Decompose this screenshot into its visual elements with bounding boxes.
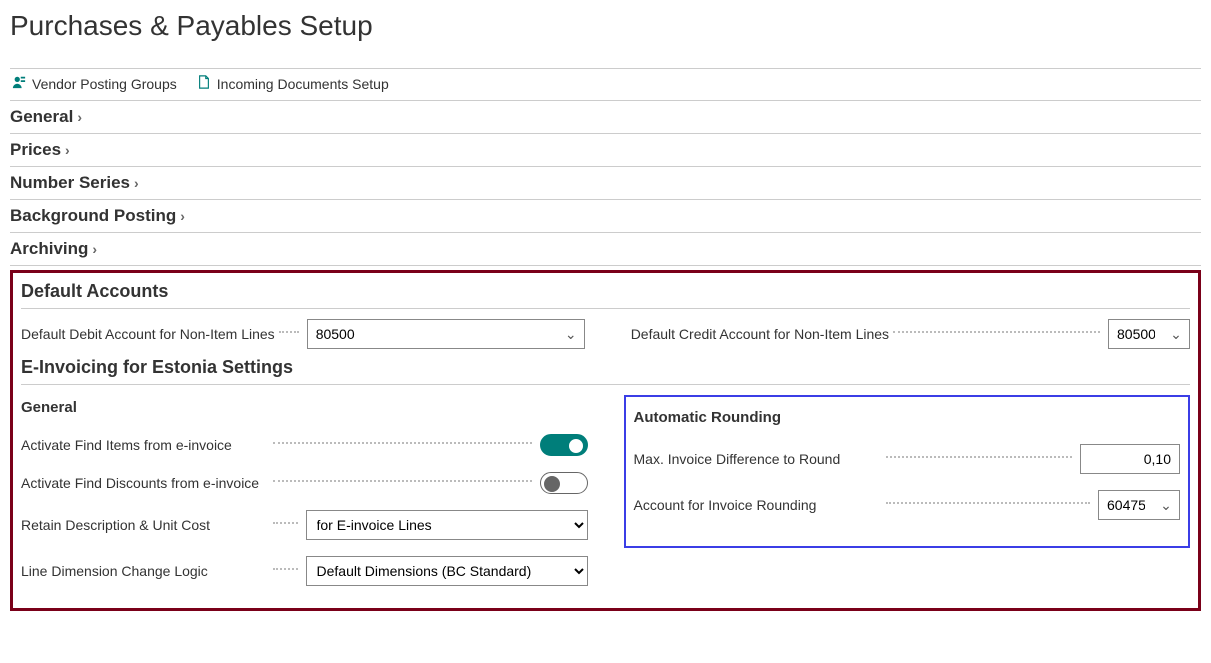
default-debit-input[interactable] (308, 320, 558, 348)
vendor-icon (12, 75, 26, 92)
fasttab-general-label: General (10, 107, 73, 127)
highlighted-region-red: Default Accounts Default Debit Account f… (10, 270, 1201, 611)
dots (279, 331, 299, 333)
vendor-posting-groups-link[interactable]: Vendor Posting Groups (12, 75, 177, 92)
page-title: Purchases & Payables Setup (10, 10, 1201, 50)
account-rounding-input[interactable] (1099, 491, 1153, 519)
fasttab-background-posting[interactable]: Background Posting › (10, 200, 1201, 233)
activate-find-discounts-label: Activate Find Discounts from e-invoice (21, 475, 269, 491)
fasttab-background-posting-label: Background Posting (10, 206, 176, 226)
highlighted-region-blue: Automatic Rounding Max. Invoice Differen… (624, 395, 1191, 548)
default-debit-label: Default Debit Account for Non-Item Lines (21, 326, 275, 342)
chevron-down-icon[interactable]: ⌄ (1153, 497, 1179, 514)
automatic-rounding-header: Automatic Rounding (634, 401, 1181, 436)
chevron-right-icon: › (92, 241, 97, 257)
chevron-down-icon[interactable]: ⌄ (1163, 326, 1189, 343)
fasttab-number-series[interactable]: Number Series › (10, 167, 1201, 200)
max-invoice-diff-input[interactable] (1080, 444, 1180, 474)
fasttab-prices-label: Prices (10, 140, 61, 160)
chevron-right-icon: › (134, 175, 139, 191)
dots (886, 456, 1073, 458)
default-credit-lookup[interactable]: ⌄ (1108, 319, 1190, 349)
dots (273, 522, 298, 524)
einvoicing-title: E-Invoicing for Estonia Settings (21, 355, 1190, 385)
line-dimension-select[interactable]: Default Dimensions (BC Standard) (306, 556, 588, 586)
default-credit-input[interactable] (1109, 320, 1163, 348)
chevron-down-icon[interactable]: ⌄ (558, 326, 584, 343)
activate-find-items-label: Activate Find Items from e-invoice (21, 437, 269, 453)
account-rounding-label: Account for Invoice Rounding (634, 497, 882, 513)
dots (273, 442, 532, 444)
dots (893, 331, 1100, 333)
fasttab-prices[interactable]: Prices › (10, 134, 1201, 167)
activate-find-discounts-toggle[interactable] (540, 472, 588, 494)
chevron-right-icon: › (65, 142, 70, 158)
general-subheader: General (21, 391, 588, 426)
document-icon (197, 75, 211, 92)
retain-description-select[interactable]: for E-invoice Lines (306, 510, 588, 540)
fasttab-archiving[interactable]: Archiving › (10, 233, 1201, 266)
incoming-documents-setup-link[interactable]: Incoming Documents Setup (197, 75, 389, 92)
max-invoice-diff-label: Max. Invoice Difference to Round (634, 451, 882, 467)
fasttab-general[interactable]: General › (10, 101, 1201, 134)
fasttab-archiving-label: Archiving (10, 239, 88, 259)
chevron-right-icon: › (77, 109, 82, 125)
action-bar: Vendor Posting Groups Incoming Documents… (10, 69, 1201, 101)
vendor-posting-groups-label: Vendor Posting Groups (32, 76, 177, 92)
incoming-documents-setup-label: Incoming Documents Setup (217, 76, 389, 92)
activate-find-items-toggle[interactable] (540, 434, 588, 456)
default-debit-lookup[interactable]: ⌄ (307, 319, 585, 349)
retain-description-label: Retain Description & Unit Cost (21, 517, 269, 533)
account-rounding-lookup[interactable]: ⌄ (1098, 490, 1180, 520)
line-dimension-label: Line Dimension Change Logic (21, 563, 269, 579)
dots (273, 568, 298, 570)
default-credit-label: Default Credit Account for Non-Item Line… (631, 326, 889, 342)
fasttab-number-series-label: Number Series (10, 173, 130, 193)
dots (273, 480, 532, 482)
default-accounts-title: Default Accounts (21, 279, 1190, 309)
chevron-right-icon: › (180, 208, 185, 224)
dots (886, 502, 1091, 504)
